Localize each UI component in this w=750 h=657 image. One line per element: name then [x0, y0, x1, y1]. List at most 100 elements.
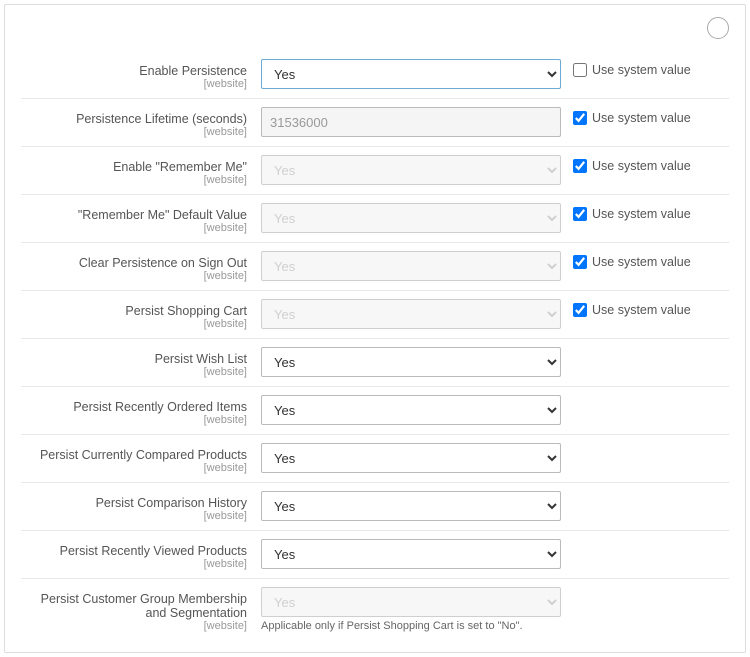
label-col-persistence-lifetime: Persistence Lifetime (seconds)[website]: [21, 107, 261, 138]
system-value-label-remember-me-default[interactable]: Use system value: [573, 207, 691, 221]
form-row-persist-wish-list: Persist Wish List[website]YesNo: [21, 341, 729, 384]
system-value-checkbox-clear-persistence-sign-out[interactable]: [573, 255, 587, 269]
system-value-col-enable-remember-me: Use system value: [561, 155, 721, 173]
label-sub-remember-me-default: [website]: [21, 222, 247, 234]
label-text-persist-recently-ordered: Persist Recently Ordered Items: [21, 400, 247, 414]
label-sub-persist-comparison-history: [website]: [21, 510, 247, 522]
label-col-persist-recently-ordered: Persist Recently Ordered Items[website]: [21, 395, 261, 426]
select-enable-persistence[interactable]: YesNo: [261, 59, 561, 89]
label-col-enable-remember-me: Enable "Remember Me"[website]: [21, 155, 261, 186]
label-col-persist-wish-list: Persist Wish List[website]: [21, 347, 261, 378]
row-divider: [21, 530, 729, 531]
label-col-persist-shopping-cart: Persist Shopping Cart[website]: [21, 299, 261, 330]
label-col-clear-persistence-sign-out: Clear Persistence on Sign Out[website]: [21, 251, 261, 282]
label-text-persist-shopping-cart: Persist Shopping Cart: [21, 304, 247, 318]
row-divider: [21, 146, 729, 147]
control-col-remember-me-default: YesNo: [261, 203, 561, 233]
system-value-label-enable-persistence[interactable]: Use system value: [573, 63, 691, 77]
form-row-enable-persistence: Enable Persistence[website] YesNo Use syst…: [21, 53, 729, 96]
row-divider: [21, 386, 729, 387]
label-col-persist-comparison-history: Persist Comparison History[website]: [21, 491, 261, 522]
label-text-persistence-lifetime: Persistence Lifetime (seconds): [21, 112, 247, 126]
label-sub-persist-recently-viewed: [website]: [21, 558, 247, 570]
system-value-text-persistence-lifetime: Use system value: [592, 111, 691, 125]
row-divider: [21, 290, 729, 291]
row-divider: [21, 98, 729, 99]
control-col-persist-shopping-cart: YesNo: [261, 299, 561, 329]
label-sub-enable-remember-me: [website]: [21, 174, 247, 186]
system-value-col-remember-me-default: Use system value: [561, 203, 721, 221]
system-value-text-enable-persistence: Use system value: [592, 63, 691, 77]
control-col-persist-recently-viewed: YesNo: [261, 539, 561, 569]
system-value-text-clear-persistence-sign-out: Use system value: [592, 255, 691, 269]
collapse-button[interactable]: [707, 17, 729, 39]
control-col-persist-wish-list: YesNo: [261, 347, 561, 377]
form-row-clear-persistence-sign-out: Clear Persistence on Sign Out[website]Ye…: [21, 245, 729, 288]
control-col-enable-persistence: YesNo: [261, 59, 561, 89]
label-col-persist-currently-compared: Persist Currently Compared Products[webs…: [21, 443, 261, 474]
label-text-enable-remember-me: Enable "Remember Me": [21, 160, 247, 174]
system-value-col-persist-shopping-cart: Use system value: [561, 299, 721, 317]
row-divider: [21, 434, 729, 435]
label-sub-persist-shopping-cart: [website]: [21, 318, 247, 330]
label-sub-persist-customer-group: [website]: [21, 620, 247, 632]
system-value-col-persist-recently-ordered: [561, 395, 721, 399]
system-value-col-persist-currently-compared: [561, 443, 721, 447]
system-value-label-persistence-lifetime[interactable]: Use system value: [573, 111, 691, 125]
system-value-text-remember-me-default: Use system value: [592, 207, 691, 221]
select-clear-persistence-sign-out[interactable]: YesNo: [261, 251, 561, 281]
row-divider: [21, 578, 729, 579]
system-value-checkbox-persistence-lifetime[interactable]: [573, 111, 587, 125]
select-persist-comparison-history[interactable]: YesNo: [261, 491, 561, 521]
label-text-persist-currently-compared: Persist Currently Compared Products: [21, 448, 247, 462]
control-col-persist-recently-ordered: YesNo: [261, 395, 561, 425]
label-text-persist-comparison-history: Persist Comparison History: [21, 496, 247, 510]
row-divider: [21, 482, 729, 483]
system-value-text-enable-remember-me: Use system value: [592, 159, 691, 173]
system-value-text-persist-shopping-cart: Use system value: [592, 303, 691, 317]
form-row-remember-me-default: "Remember Me" Default Value[website]YesN…: [21, 197, 729, 240]
label-text-remember-me-default: "Remember Me" Default Value: [21, 208, 247, 222]
label-sub-persist-currently-compared: [website]: [21, 462, 247, 474]
form-row-persist-recently-viewed: Persist Recently Viewed Products[website…: [21, 533, 729, 576]
label-col-persist-recently-viewed: Persist Recently Viewed Products[website…: [21, 539, 261, 570]
label-text-enable-persistence: Enable Persistence: [21, 64, 247, 78]
system-value-col-persist-comparison-history: [561, 491, 721, 495]
form-row-persist-comparison-history: Persist Comparison History[website]YesNo: [21, 485, 729, 528]
label-text-persist-wish-list: Persist Wish List: [21, 352, 247, 366]
label-text-persist-customer-group: Persist Customer Group Membership and Se…: [21, 592, 247, 620]
label-sub-clear-persistence-sign-out: [website]: [21, 270, 247, 282]
label-text-persist-recently-viewed: Persist Recently Viewed Products: [21, 544, 247, 558]
label-sub-enable-persistence: [website]: [21, 78, 247, 90]
system-value-checkbox-enable-persistence[interactable]: [573, 63, 587, 77]
system-value-checkbox-enable-remember-me[interactable]: [573, 159, 587, 173]
system-value-checkbox-persist-shopping-cart[interactable]: [573, 303, 587, 317]
select-persist-currently-compared[interactable]: YesNo: [261, 443, 561, 473]
control-col-persistence-lifetime: [261, 107, 561, 137]
form-row-persist-recently-ordered: Persist Recently Ordered Items[website]Y…: [21, 389, 729, 432]
form-row-persist-currently-compared: Persist Currently Compared Products[webs…: [21, 437, 729, 480]
system-value-label-enable-remember-me[interactable]: Use system value: [573, 159, 691, 173]
select-remember-me-default[interactable]: YesNo: [261, 203, 561, 233]
system-value-col-clear-persistence-sign-out: Use system value: [561, 251, 721, 269]
form-rows: Enable Persistence[website]YesNoUse syst…: [21, 53, 729, 638]
label-text-clear-persistence-sign-out: Clear Persistence on Sign Out: [21, 256, 247, 270]
system-value-col-enable-persistence: Use system value: [561, 59, 721, 77]
select-persist-customer-group[interactable]: YesNo: [261, 587, 561, 617]
general-options-section: Enable Persistence[website]YesNoUse syst…: [4, 4, 746, 653]
row-divider: [21, 338, 729, 339]
label-sub-persistence-lifetime: [website]: [21, 126, 247, 138]
input-persistence-lifetime: [261, 107, 561, 137]
select-persist-recently-ordered[interactable]: YesNo: [261, 395, 561, 425]
row-divider: [21, 242, 729, 243]
label-sub-persist-wish-list: [website]: [21, 366, 247, 378]
select-persist-recently-viewed[interactable]: YesNo: [261, 539, 561, 569]
system-value-checkbox-remember-me-default[interactable]: [573, 207, 587, 221]
system-value-label-clear-persistence-sign-out[interactable]: Use system value: [573, 255, 691, 269]
select-persist-wish-list[interactable]: YesNo: [261, 347, 561, 377]
form-row-persistence-lifetime: Persistence Lifetime (seconds)[website] U…: [21, 101, 729, 144]
label-col-remember-me-default: "Remember Me" Default Value[website]: [21, 203, 261, 234]
system-value-label-persist-shopping-cart[interactable]: Use system value: [573, 303, 691, 317]
select-persist-shopping-cart[interactable]: YesNo: [261, 299, 561, 329]
select-enable-remember-me[interactable]: YesNo: [261, 155, 561, 185]
